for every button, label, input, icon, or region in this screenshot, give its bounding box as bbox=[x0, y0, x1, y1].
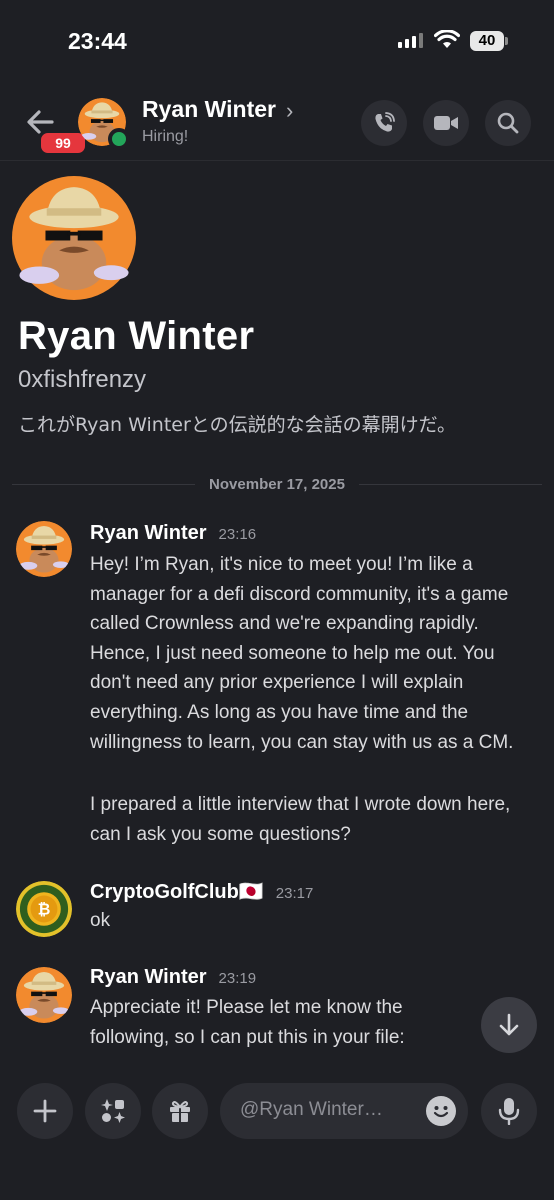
message-timestamp: 23:16 bbox=[218, 526, 257, 543]
video-camera-icon bbox=[434, 116, 458, 130]
gift-icon bbox=[170, 1101, 190, 1122]
message-text: Hey! I’m Ryan, it's nice to meet you! I’… bbox=[90, 554, 514, 753]
emoji-icon bbox=[433, 1106, 449, 1118]
message-input-placeholder: @Ryan Winter… bbox=[240, 1099, 383, 1120]
message-author[interactable]: Ryan Winter 23:19 bbox=[90, 966, 256, 989]
microphone-icon bbox=[498, 1098, 520, 1125]
apps-icon bbox=[101, 1099, 125, 1123]
header-divider bbox=[0, 160, 554, 161]
message-author-name[interactable]: Ryan Winter bbox=[90, 522, 207, 544]
header-username[interactable]: Ryan Winter bbox=[142, 96, 276, 123]
intro-username: 0xfishfrenzy bbox=[18, 366, 147, 393]
chevron-right-icon[interactable]: › bbox=[286, 98, 293, 124]
cellular-signal-icon bbox=[398, 33, 423, 48]
search-icon bbox=[497, 112, 519, 134]
message-input[interactable]: @Ryan Winter… bbox=[220, 1083, 468, 1139]
date-separator: November 17, 2025 bbox=[12, 474, 543, 494]
battery-tip bbox=[505, 37, 508, 45]
video-call-button[interactable] bbox=[423, 100, 469, 146]
message-author-name[interactable]: Ryan Winter bbox=[90, 966, 207, 988]
date-separator-label: November 17, 2025 bbox=[209, 475, 345, 493]
jump-to-bottom-button[interactable] bbox=[481, 997, 537, 1053]
voice-call-button[interactable] bbox=[361, 100, 407, 146]
message-text: Appreciate it! Please let me know the fo… bbox=[90, 997, 405, 1048]
apps-button[interactable] bbox=[85, 1083, 141, 1139]
wifi-icon bbox=[433, 29, 461, 55]
plus-icon bbox=[33, 1099, 57, 1123]
header-custom-status: Hiring! bbox=[142, 128, 189, 145]
battery-indicator: 40 bbox=[470, 31, 504, 51]
online-status-indicator bbox=[108, 128, 130, 150]
arrow-down-icon bbox=[499, 1013, 519, 1036]
emoji-button[interactable] bbox=[426, 1096, 456, 1126]
message-text: I prepared a little interview that I wro… bbox=[90, 794, 511, 845]
profile-avatar-large[interactable] bbox=[12, 176, 136, 300]
message-text: ok bbox=[90, 910, 111, 931]
message-timestamp: 23:19 bbox=[218, 970, 257, 987]
message-author[interactable]: Ryan Winter 23:16 bbox=[90, 522, 256, 545]
intro-description: これがRyan Winterとの伝説的な会話の幕開けだ。 bbox=[18, 414, 457, 436]
message-avatar[interactable] bbox=[16, 881, 72, 937]
message-avatar[interactable] bbox=[16, 967, 72, 1023]
search-button[interactable] bbox=[485, 100, 531, 146]
message-author-name[interactable]: CryptoGolfClub🇯🇵 bbox=[90, 881, 264, 903]
add-attachment-button[interactable] bbox=[17, 1083, 73, 1139]
gift-button[interactable] bbox=[152, 1083, 208, 1139]
status-time: 23:44 bbox=[68, 28, 127, 54]
message-avatar[interactable] bbox=[16, 521, 72, 577]
message-author[interactable]: CryptoGolfClub🇯🇵 23:17 bbox=[90, 879, 313, 904]
intro-display-name: Ryan Winter bbox=[18, 314, 255, 358]
phone-call-icon bbox=[375, 112, 395, 132]
message-timestamp: 23:17 bbox=[275, 885, 314, 902]
voice-message-button[interactable] bbox=[481, 1083, 537, 1139]
